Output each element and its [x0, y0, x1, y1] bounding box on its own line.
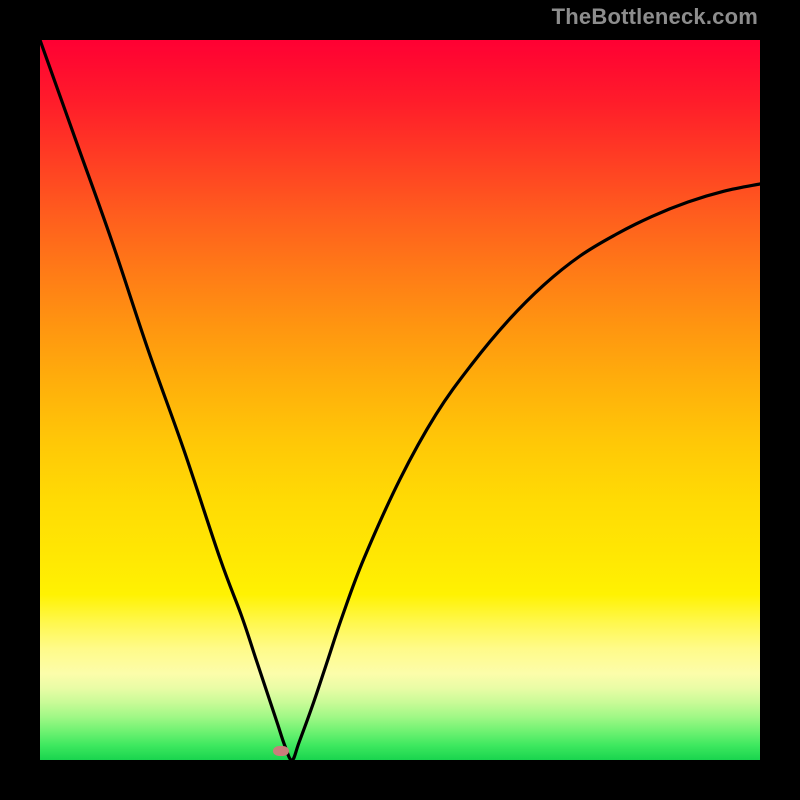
minimum-marker	[273, 746, 289, 756]
chart-frame: TheBottleneck.com	[0, 0, 800, 800]
plot-area	[40, 40, 760, 760]
bottleneck-curve	[40, 40, 760, 760]
watermark-text: TheBottleneck.com	[552, 4, 758, 30]
